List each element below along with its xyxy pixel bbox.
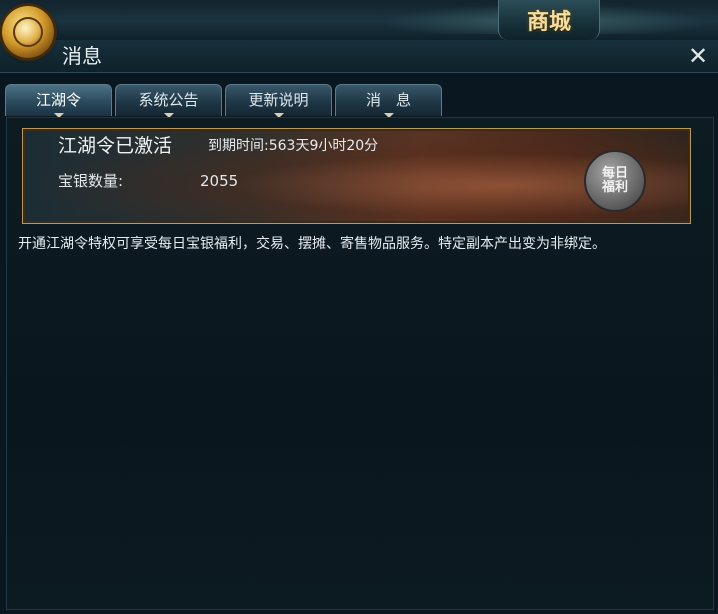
privilege-description: 开通江湖令特权可享受每日宝银福利，交易、摆摊、寄售物品服务。特定副本产出变为非绑… — [18, 236, 606, 252]
top-strip: 商城 — [0, 0, 718, 43]
tab-update-notes[interactable]: 更新说明 — [225, 84, 332, 118]
window-title: 消息 — [62, 44, 102, 68]
close-icon[interactable]: ✕ — [686, 44, 710, 68]
tab-label: 江湖令 — [35, 91, 81, 109]
tab-label: 系统公告 — [138, 91, 199, 109]
expiry-time: 到期时间:563天9小时20分 — [208, 138, 379, 154]
silver-label: 宝银数量: — [58, 172, 124, 190]
shop-label: 商城 — [526, 9, 571, 35]
activation-status: 江湖令已激活 — [58, 135, 173, 157]
tab-label: 更新说明 — [248, 91, 309, 109]
tab-system-announcements[interactable]: 系统公告 — [115, 84, 222, 118]
title-bar — [0, 40, 718, 73]
tab-label: 消 息 — [365, 91, 411, 109]
tab-jianghu-ling[interactable]: 江湖令 — [5, 84, 112, 118]
daily-reward-badge[interactable]: 每日 福利 — [584, 150, 646, 212]
gear-icon-center — [13, 17, 43, 47]
shop-button[interactable]: 商城 — [498, 0, 600, 40]
gear-icon[interactable] — [2, 6, 54, 58]
silver-value: 2055 — [200, 172, 239, 190]
tab-messages[interactable]: 消 息 — [335, 84, 442, 118]
